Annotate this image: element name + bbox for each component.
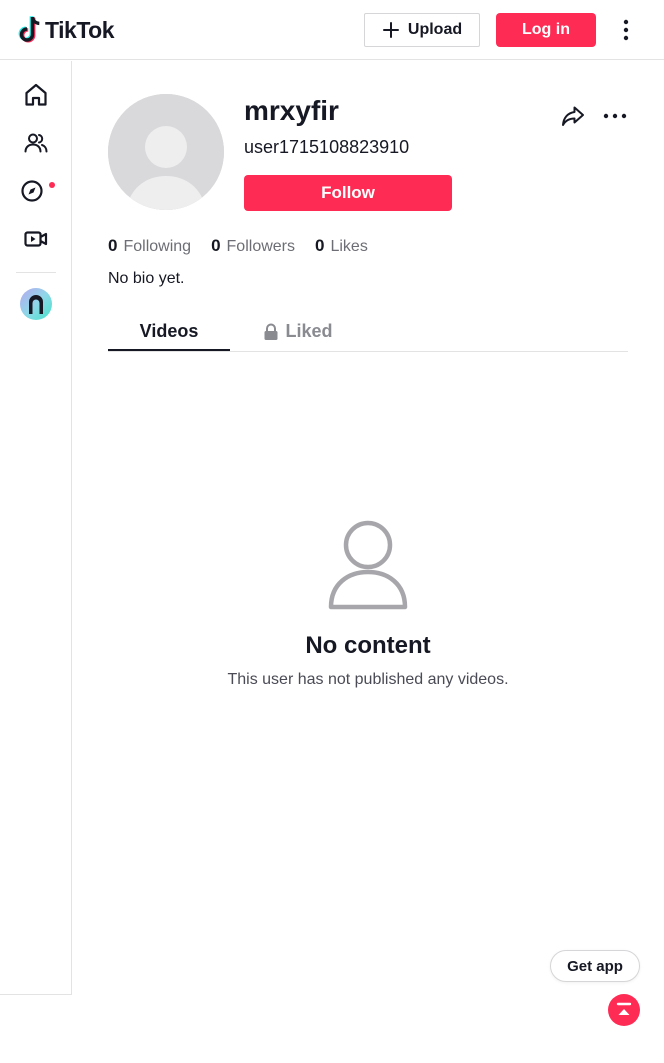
tiktok-logo-icon (18, 16, 40, 43)
brand-name: TikTok (45, 16, 115, 43)
stat-following[interactable]: 0 Following (108, 236, 191, 256)
users-icon (24, 133, 48, 153)
empty-state-title: No content (305, 632, 431, 659)
stat-likes: 0 Likes (315, 236, 368, 256)
lock-icon (264, 323, 278, 340)
stat-value: 0 (108, 236, 118, 255)
stat-value: 0 (315, 236, 325, 255)
empty-user-icon (328, 520, 408, 610)
profile-stats: 0 Following 0 Followers 0 Likes (108, 234, 388, 258)
gradient-avatar-icon (20, 288, 52, 320)
active-tab-indicator (108, 349, 230, 351)
stat-label: Following (123, 238, 192, 255)
profile-handle: user1715108823910 (244, 137, 410, 157)
compass-icon (21, 180, 43, 202)
share-icon[interactable] (560, 103, 586, 129)
sidebar-divider (16, 272, 56, 273)
sidebar-item-following[interactable] (0, 119, 72, 167)
default-avatar-icon (108, 94, 224, 210)
profile-avatar-small[interactable] (20, 288, 52, 320)
stat-value: 0 (211, 236, 221, 255)
login-button[interactable]: Log in (496, 13, 596, 47)
tab-liked-label: Liked (285, 321, 333, 341)
stat-label: Likes (330, 238, 368, 255)
tab-videos[interactable]: Videos (108, 312, 230, 351)
sidebar-item-live[interactable] (0, 215, 72, 263)
profile-username: mrxyfir (244, 95, 339, 126)
more-menu-icon[interactable] (614, 16, 638, 44)
profile-avatar (108, 94, 224, 210)
tiktok-logo[interactable]: TikTok (16, 14, 115, 46)
get-app-button[interactable]: Get app (550, 950, 640, 982)
arrow-up-icon (616, 1002, 632, 1015)
upload-label: Upload (407, 21, 463, 38)
upload-button[interactable]: Upload (364, 13, 480, 47)
empty-state-description: This user has not published any videos. (227, 671, 509, 688)
notification-dot (49, 182, 55, 188)
video-camera-icon (24, 231, 48, 247)
tab-liked[interactable]: Liked (258, 312, 338, 351)
more-options-icon[interactable] (602, 103, 628, 129)
profile-tabs: Videos Liked (108, 312, 628, 352)
scroll-to-top-button[interactable] (608, 994, 640, 1026)
follow-button[interactable]: Follow (244, 175, 452, 211)
stat-followers[interactable]: 0 Followers (211, 236, 295, 256)
home-icon (25, 83, 47, 106)
top-header: TikTok Upload Log in (0, 0, 664, 60)
sidebar (0, 61, 72, 995)
sidebar-item-home[interactable] (0, 71, 72, 119)
plus-icon (382, 22, 399, 38)
profile-bio: No bio yet. (108, 270, 185, 287)
sidebar-item-explore[interactable] (0, 167, 72, 215)
stat-label: Followers (226, 238, 295, 255)
